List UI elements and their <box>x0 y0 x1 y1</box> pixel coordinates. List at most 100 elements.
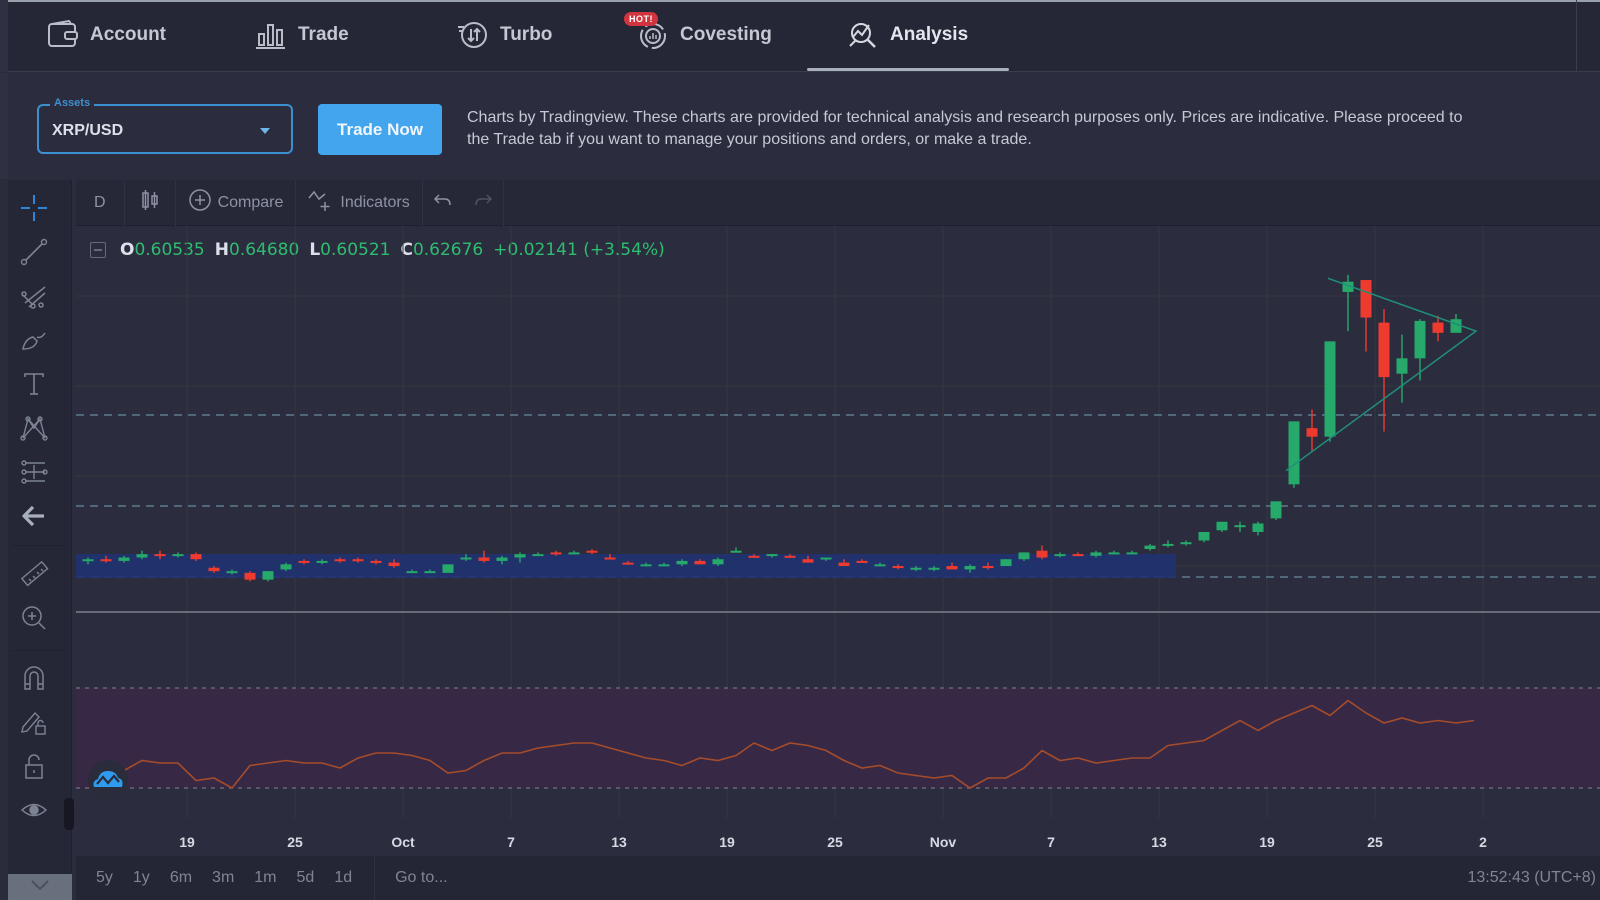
candle-body <box>442 564 454 573</box>
lock-icon <box>19 751 49 786</box>
tab-account-label: Account <box>90 24 166 45</box>
magnet-tool[interactable] <box>18 664 50 696</box>
trend-line-tool[interactable] <box>18 238 50 270</box>
candle-body <box>514 554 526 558</box>
asset-bar-edge <box>0 73 8 179</box>
wallet-icon <box>46 18 80 52</box>
candle-body <box>622 562 634 565</box>
candles-icon <box>139 189 161 216</box>
brush-icon <box>19 325 49 360</box>
time-axis-label: 25 <box>1367 834 1383 850</box>
chart-toolbar: D Compare Indicators <box>76 179 1600 226</box>
undo-button[interactable] <box>423 180 463 226</box>
toolbar-collapse-button[interactable] <box>8 874 72 900</box>
candle-body <box>424 571 436 574</box>
turbo-arrows-icon <box>456 18 490 52</box>
range-3m[interactable]: 3m <box>212 869 234 887</box>
candle-body <box>1252 523 1264 532</box>
range-1m[interactable]: 1m <box>254 869 276 887</box>
candle-body <box>568 552 580 555</box>
chevron-down-icon[interactable] <box>260 128 270 134</box>
bar-chart-icon <box>254 18 288 52</box>
candle-body <box>838 562 850 567</box>
visibility-tool[interactable] <box>18 796 50 828</box>
candle-body <box>1216 521 1228 531</box>
range-1d[interactable]: 1d <box>334 869 352 887</box>
candle-body <box>1270 501 1282 519</box>
time-axis-label: 25 <box>287 834 303 850</box>
active-tab-indicator <box>807 68 1009 71</box>
pitchfork-tool[interactable] <box>18 282 50 314</box>
lock-drawings-tool[interactable] <box>18 708 50 740</box>
tab-turbo[interactable]: Turbo <box>456 0 552 70</box>
tab-analysis[interactable]: Analysis <box>846 0 968 70</box>
brush-tool[interactable] <box>18 326 50 358</box>
candle-body <box>1378 322 1390 378</box>
time-range-bar: 5y 1y 6m 3m 1m 5d 1d Go to... 13:52:43 (… <box>76 856 1600 900</box>
compare-label: Compare <box>217 193 284 211</box>
text-tool[interactable] <box>18 370 50 402</box>
candle-body <box>532 554 544 557</box>
time-axis-label: Oct <box>391 834 415 850</box>
interval-button[interactable]: D <box>76 179 125 226</box>
range-6m[interactable]: 6m <box>170 869 192 887</box>
nav-divider <box>1576 0 1577 72</box>
candle-body <box>694 560 706 565</box>
trade-now-button[interactable]: Trade Now <box>318 104 442 155</box>
prediction-tool[interactable] <box>18 458 50 490</box>
candle-body <box>136 554 148 558</box>
eye-icon <box>19 795 49 830</box>
pattern-icon <box>19 413 49 448</box>
candle-body <box>1306 428 1318 437</box>
chart-type-button[interactable] <box>125 179 176 226</box>
ruler-tool[interactable] <box>18 560 50 592</box>
time-axis-label: Nov <box>929 834 957 850</box>
go-to-date-button[interactable]: Go to... <box>374 856 448 900</box>
disclaimer-text: Charts by Tradingview. These charts are … <box>467 109 1463 148</box>
rsi-overbought-oversold-band <box>76 688 1600 788</box>
tab-account[interactable]: Account <box>46 0 166 70</box>
time-axis-label: 13 <box>611 834 627 850</box>
candle-body <box>982 566 994 569</box>
pattern-tool[interactable] <box>18 414 50 446</box>
analysis-icon <box>846 18 880 52</box>
assets-value[interactable]: XRP/USD <box>52 122 123 140</box>
candle-body <box>1000 559 1012 567</box>
candle-body <box>748 555 760 558</box>
compare-button[interactable]: Compare <box>176 179 297 226</box>
clock-timezone[interactable]: 13:52:43 (UTC+8) <box>1467 869 1596 887</box>
candle-body <box>964 566 976 570</box>
candle-body <box>1036 550 1048 558</box>
dashed-price-levels <box>76 414 1600 578</box>
time-axis-label: 19 <box>179 834 195 850</box>
toolbar-collapse-handle[interactable] <box>64 798 74 830</box>
candle-body <box>1072 554 1084 557</box>
candle-body <box>1414 320 1426 359</box>
tradingview-logo-button[interactable] <box>88 760 128 800</box>
candle-body <box>406 571 418 574</box>
zoom-in-tool[interactable] <box>18 604 50 636</box>
text-icon <box>19 369 49 404</box>
candle-body <box>766 554 778 557</box>
candle-body <box>352 559 364 562</box>
redo-button[interactable] <box>463 179 504 226</box>
pitchfork-icon <box>19 281 49 316</box>
range-5y[interactable]: 5y <box>96 869 113 887</box>
candle-body <box>190 554 202 560</box>
range-5d[interactable]: 5d <box>297 869 315 887</box>
candle-body <box>892 566 904 569</box>
candle-body <box>262 571 274 580</box>
crosshair-tool[interactable] <box>18 194 50 226</box>
indicators-button[interactable]: Indicators <box>296 179 423 226</box>
price-chart[interactable] <box>76 226 1600 818</box>
toolbar-divider <box>12 650 62 651</box>
candle-body <box>100 559 112 562</box>
range-1y[interactable]: 1y <box>133 869 150 887</box>
lock-tool[interactable] <box>18 752 50 784</box>
candle-body <box>1324 341 1336 437</box>
back-tool[interactable] <box>18 502 50 534</box>
candle-body <box>676 560 688 565</box>
tab-covesting[interactable]: Covesting <box>636 0 772 70</box>
time-axis-label: 19 <box>1259 834 1275 850</box>
tab-trade[interactable]: Trade <box>254 0 349 70</box>
